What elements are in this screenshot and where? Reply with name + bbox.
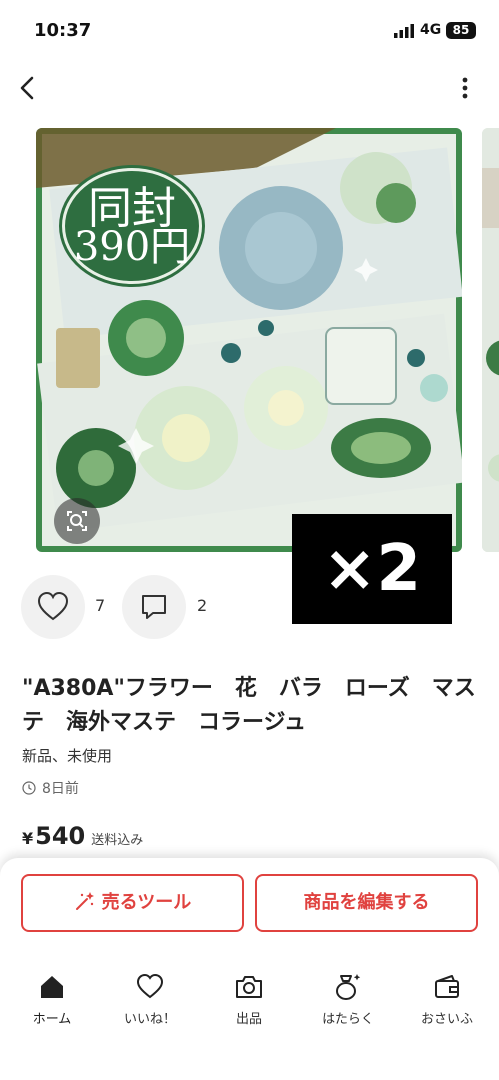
tab-home-label: ホーム <box>32 1012 72 1027</box>
comment-button[interactable] <box>122 575 186 639</box>
like-count: 7 <box>95 596 106 615</box>
posted-time-text: 8日前 <box>42 781 79 797</box>
status-bar: 10:37 4G 85 <box>0 0 499 60</box>
heart-icon <box>37 591 69 621</box>
shipping-label: 送料込み <box>91 833 144 848</box>
tab-work[interactable]: はたらく <box>303 972 393 1036</box>
tab-sell[interactable]: 出品 <box>204 972 294 1036</box>
tab-wallet[interactable]: おさいふ <box>402 972 492 1036</box>
tab-home[interactable]: ホーム <box>7 972 97 1036</box>
tab-wallet-label: おさいふ <box>420 1012 473 1027</box>
image-search-button[interactable] <box>54 498 100 544</box>
comment-icon <box>142 595 166 619</box>
bag-sparkle-icon <box>336 974 361 1000</box>
battery-level: 85 <box>446 22 476 39</box>
edit-item-button[interactable]: 商品を編集する <box>255 874 478 932</box>
image-search-icon <box>67 511 87 531</box>
like-button[interactable] <box>21 575 85 639</box>
status-time: 10:37 <box>34 20 92 41</box>
tab-sell-label: 出品 <box>235 1012 262 1027</box>
comment-count: 2 <box>197 596 208 615</box>
heart-icon <box>136 973 164 999</box>
back-chevron-icon[interactable] <box>14 72 42 104</box>
next-photo-peek[interactable] <box>482 128 499 552</box>
signal-icon <box>394 24 414 38</box>
sell-tool-button[interactable]: 売るツール <box>21 874 244 932</box>
item-condition: 新品、未使用 <box>22 747 113 765</box>
home-icon <box>41 976 63 998</box>
bundle-price: 390円 <box>73 224 191 270</box>
posted-time: 8日前 <box>22 778 79 798</box>
tab-likes[interactable]: いいね！ <box>105 972 195 1036</box>
network-type: 4G <box>420 22 442 38</box>
quantity-overlay: ×2 <box>292 514 452 624</box>
clock-icon <box>22 781 36 795</box>
magic-wand-icon <box>75 892 94 910</box>
item-title: "A380A"フラワー 花 バラ ローズ マステ 海外マステ コラージュ <box>22 676 476 735</box>
tab-likes-label: いいね！ <box>123 1012 176 1027</box>
more-vertical-icon[interactable] <box>454 74 476 102</box>
wallet-icon <box>435 975 459 998</box>
price-amount: 540 <box>35 822 86 850</box>
tab-work-label: はたらく <box>322 1012 374 1027</box>
sell-tool-label: 売るツール <box>101 892 192 913</box>
item-price: ¥540 送料込み <box>22 822 143 850</box>
next-photo-thumbnail <box>482 128 499 552</box>
camera-icon <box>236 976 262 998</box>
price-currency: ¥ <box>22 829 34 848</box>
